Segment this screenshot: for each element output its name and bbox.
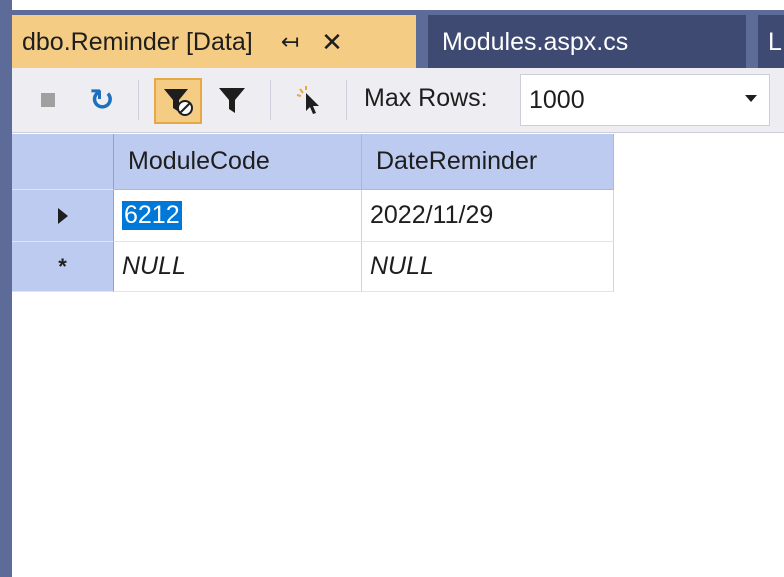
cell-datereminder[interactable]: 2022/11/29: [362, 190, 614, 242]
dropdown-arrow-icon[interactable]: [745, 95, 757, 102]
filter-button[interactable]: [212, 80, 252, 120]
tab-label: Modules.aspx.cs: [442, 27, 629, 56]
tab-reminder-data[interactable]: dbo.Reminder [Data] ↤ ✕: [12, 15, 416, 69]
left-edge: [0, 0, 12, 577]
filter-toggle-icon: [164, 89, 193, 116]
pin-icon[interactable]: ↤: [281, 29, 299, 55]
cell-value: NULL: [122, 252, 186, 280]
stop-button[interactable]: [34, 86, 62, 114]
column-header-modulecode[interactable]: ModuleCode: [114, 134, 362, 190]
tab-label: dbo.Reminder [Data]: [22, 27, 253, 56]
table-row-new[interactable]: * NULL NULL: [12, 242, 614, 292]
apply-filter-toggle-button[interactable]: [154, 78, 202, 124]
stop-icon: [41, 93, 55, 107]
column-header-row: ModuleCode DateReminder: [12, 134, 614, 190]
cell-value: 6212: [122, 201, 182, 230]
refresh-icon: ↻: [89, 83, 115, 117]
tab-label: L: [768, 27, 782, 56]
toolbar-separator: [270, 80, 271, 120]
tab-modules-aspx-cs[interactable]: Modules.aspx.cs: [428, 15, 746, 69]
cell-datereminder[interactable]: NULL: [362, 242, 614, 292]
row-header[interactable]: *: [12, 242, 114, 292]
cell-value: 2022/11/29: [370, 201, 494, 229]
refresh-button[interactable]: ↻: [84, 82, 120, 118]
max-rows-label: Max Rows:: [364, 84, 488, 112]
tab-overflow[interactable]: L: [758, 15, 784, 69]
new-row-asterisk-icon: *: [58, 253, 67, 279]
max-rows-value: 1000: [529, 85, 585, 114]
row-header[interactable]: [12, 190, 114, 242]
current-row-arrow-icon: [57, 207, 68, 224]
corner-header[interactable]: [12, 134, 114, 190]
cell-modulecode[interactable]: NULL: [114, 242, 362, 292]
close-icon[interactable]: ✕: [321, 27, 343, 58]
data-toolbar: ↻ Max Rows: 1000: [12, 68, 784, 133]
select-pointer-button[interactable]: [288, 80, 328, 120]
column-header-datereminder[interactable]: DateReminder: [362, 134, 614, 190]
toolbar-separator: [138, 80, 139, 120]
table-row[interactable]: 6212 2022/11/29: [12, 190, 614, 242]
document-tab-strip: dbo.Reminder [Data] ↤ ✕ Modules.aspx.cs …: [12, 10, 784, 69]
filter-icon: [219, 88, 245, 113]
max-rows-combobox[interactable]: 1000: [520, 74, 770, 126]
cell-value: NULL: [370, 252, 434, 280]
cell-modulecode[interactable]: 6212: [114, 190, 362, 242]
pointer-icon: [296, 86, 319, 114]
toolbar-separator: [346, 80, 347, 120]
